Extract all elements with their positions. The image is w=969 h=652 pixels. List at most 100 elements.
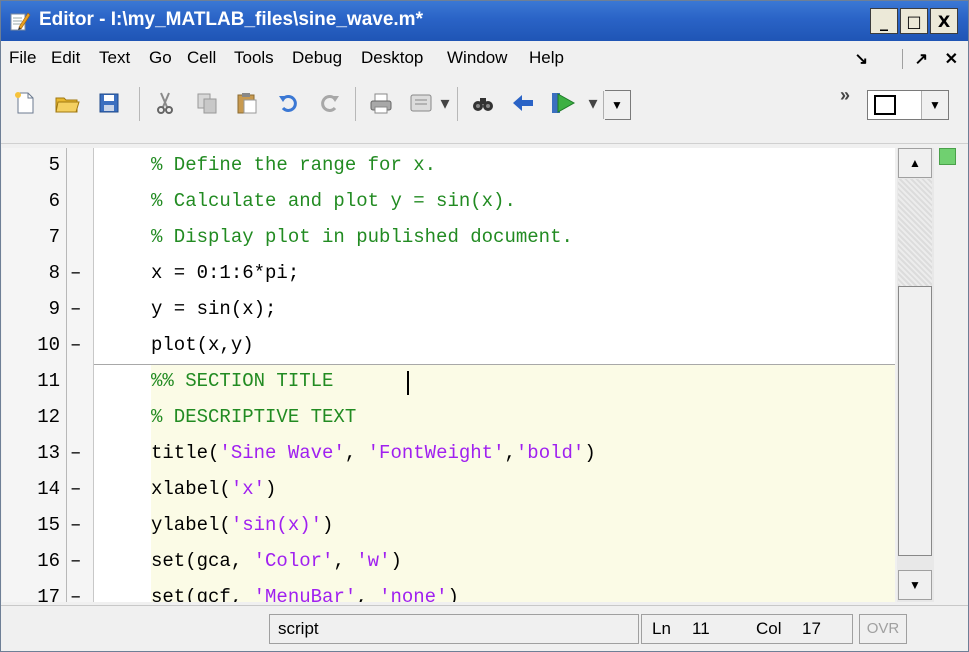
copy-icon[interactable] bbox=[193, 89, 221, 117]
code-line[interactable]: % Define the range for x. bbox=[151, 154, 436, 176]
code-line[interactable]: x = 0:1:6*pi; bbox=[151, 262, 299, 284]
line-number-gutter: 5 6 7 8–9–10–11 12 13–14–15–16–17– bbox=[2, 148, 94, 602]
menu-tools[interactable]: Tools bbox=[234, 48, 274, 68]
code-text: title( bbox=[151, 442, 220, 464]
code-text: ) bbox=[390, 550, 402, 572]
publish-icon[interactable] bbox=[407, 89, 435, 117]
menu-cell[interactable]: Cell bbox=[187, 48, 216, 68]
code-line[interactable]: plot(x,y) bbox=[151, 334, 254, 356]
back-arrow-icon[interactable] bbox=[509, 89, 537, 117]
code-line[interactable]: set(gca, 'Color', 'w') bbox=[151, 550, 402, 572]
menu-separator bbox=[902, 49, 903, 69]
line-number: 10 bbox=[37, 334, 60, 356]
cell-combo[interactable]: ▼ bbox=[603, 90, 631, 120]
code-text: set(gcf, bbox=[151, 586, 254, 602]
executable-line-marker[interactable]: – bbox=[70, 262, 81, 284]
overwrite-indicator: OVR bbox=[859, 614, 907, 644]
cursor-position: Ln 11 Col 17 bbox=[641, 614, 853, 644]
menu-desktop[interactable]: Desktop bbox=[361, 48, 423, 68]
executable-line-marker[interactable]: – bbox=[70, 586, 81, 602]
publish-dropdown-icon[interactable]: ▾ bbox=[439, 91, 451, 115]
code-comment: % Define the range for x. bbox=[151, 154, 437, 176]
open-folder-icon[interactable] bbox=[53, 89, 81, 117]
code-text: xlabel( bbox=[151, 478, 231, 500]
menu-go[interactable]: Go bbox=[149, 48, 172, 68]
ln-value: 11 bbox=[692, 619, 710, 638]
text-caret bbox=[407, 371, 409, 395]
line-number: 17 bbox=[37, 586, 60, 602]
line-number: 12 bbox=[37, 406, 60, 428]
chevron-down-icon: ▼ bbox=[921, 91, 948, 119]
run-icon[interactable] bbox=[549, 89, 577, 117]
save-icon[interactable] bbox=[95, 89, 123, 117]
menu-debug[interactable]: Debug bbox=[292, 48, 342, 68]
code-line[interactable]: y = sin(x); bbox=[151, 298, 276, 320]
line-number: 5 bbox=[48, 154, 60, 176]
code-line[interactable]: set(gcf, 'MenuBar', 'none') bbox=[151, 586, 459, 602]
overflow-icon[interactable]: » bbox=[839, 83, 851, 107]
scroll-down-button[interactable]: ▼ bbox=[898, 570, 932, 600]
code-area[interactable]: % Define the range for x. % Calculate and… bbox=[94, 148, 895, 602]
menu-text[interactable]: Text bbox=[99, 48, 130, 68]
line-number: 7 bbox=[48, 226, 60, 248]
dock-button[interactable]: ↘ bbox=[855, 49, 868, 69]
new-file-icon[interactable] bbox=[11, 89, 39, 117]
code-string: 'bold' bbox=[515, 442, 585, 464]
gutter-divider bbox=[66, 148, 67, 602]
executable-line-marker[interactable]: – bbox=[70, 478, 81, 500]
layout-combo[interactable]: ▼ bbox=[867, 90, 949, 120]
code-string: 'w' bbox=[356, 550, 391, 572]
title-bar[interactable]: Editor - I:\my_MATLAB_files\sine_wave.m*… bbox=[1, 1, 968, 41]
maximize-button[interactable]: □ bbox=[900, 8, 928, 34]
toolbar: ▾ ▾ ▼ » ▼ bbox=[1, 75, 968, 144]
executable-line-marker[interactable]: – bbox=[70, 442, 81, 464]
undock-button[interactable]: ↗ bbox=[915, 49, 928, 69]
executable-line-marker[interactable]: – bbox=[70, 514, 81, 536]
executable-line-marker[interactable]: – bbox=[70, 550, 81, 572]
run-dropdown-icon[interactable]: ▾ bbox=[587, 91, 599, 115]
close-editor-button[interactable]: ✕ bbox=[945, 49, 958, 69]
status-bar: script Ln 11 Col 17 OVR bbox=[1, 605, 968, 651]
scroll-thumb[interactable] bbox=[898, 286, 932, 556]
menu-file[interactable]: File bbox=[9, 48, 36, 68]
code-line[interactable]: ylabel('sin(x)') bbox=[151, 514, 333, 536]
code-comment: % DESCRIPTIVE TEXT bbox=[151, 406, 357, 428]
code-analyzer-status-indicator[interactable] bbox=[939, 148, 956, 165]
code-line[interactable]: % DESCRIPTIVE TEXT bbox=[151, 406, 356, 428]
status-mode: script bbox=[269, 614, 639, 644]
code-text: , bbox=[504, 442, 516, 464]
code-string: 'MenuBar' bbox=[253, 586, 357, 602]
scroll-track[interactable] bbox=[898, 179, 932, 286]
print-icon[interactable] bbox=[367, 89, 395, 117]
code-line[interactable]: % Calculate and plot y = sin(x). bbox=[151, 190, 516, 212]
paste-icon[interactable] bbox=[233, 89, 261, 117]
toolbar-separator bbox=[457, 87, 458, 121]
line-number: 15 bbox=[37, 514, 60, 536]
undo-icon[interactable] bbox=[275, 89, 303, 117]
scroll-up-button[interactable]: ▲ bbox=[898, 148, 932, 178]
code-line[interactable]: title('Sine Wave', 'FontWeight','bold') bbox=[151, 442, 596, 464]
code-text: set(gca, bbox=[151, 550, 254, 572]
minimize-button[interactable]: _ bbox=[870, 8, 898, 34]
close-button[interactable]: X bbox=[930, 8, 958, 34]
cut-icon[interactable] bbox=[151, 89, 179, 117]
menu-edit[interactable]: Edit bbox=[51, 48, 80, 68]
code-string: 'FontWeight' bbox=[367, 442, 505, 464]
code-text: ) bbox=[584, 442, 596, 464]
redo-icon[interactable] bbox=[315, 89, 343, 117]
menu-help[interactable]: Help bbox=[529, 48, 564, 68]
executable-line-marker[interactable]: – bbox=[70, 298, 81, 320]
code-line[interactable]: xlabel('x') bbox=[151, 478, 276, 500]
line-number: 16 bbox=[37, 550, 60, 572]
code-line[interactable]: % Display plot in published document. bbox=[151, 226, 573, 248]
toolbar-separator bbox=[139, 87, 140, 121]
code-text: ) bbox=[322, 514, 334, 536]
window-title: Editor - I:\my_MATLAB_files\sine_wave.m* bbox=[39, 9, 423, 30]
executable-line-marker[interactable]: – bbox=[70, 334, 81, 356]
menu-window[interactable]: Window bbox=[447, 48, 507, 68]
find-icon[interactable] bbox=[469, 89, 497, 117]
code-line[interactable]: %% SECTION TITLE bbox=[151, 370, 333, 392]
toolbar-separator bbox=[355, 87, 356, 121]
vertical-scrollbar[interactable]: ▲ ▼ bbox=[897, 148, 934, 602]
code-comment: %% SECTION TITLE bbox=[151, 370, 334, 392]
